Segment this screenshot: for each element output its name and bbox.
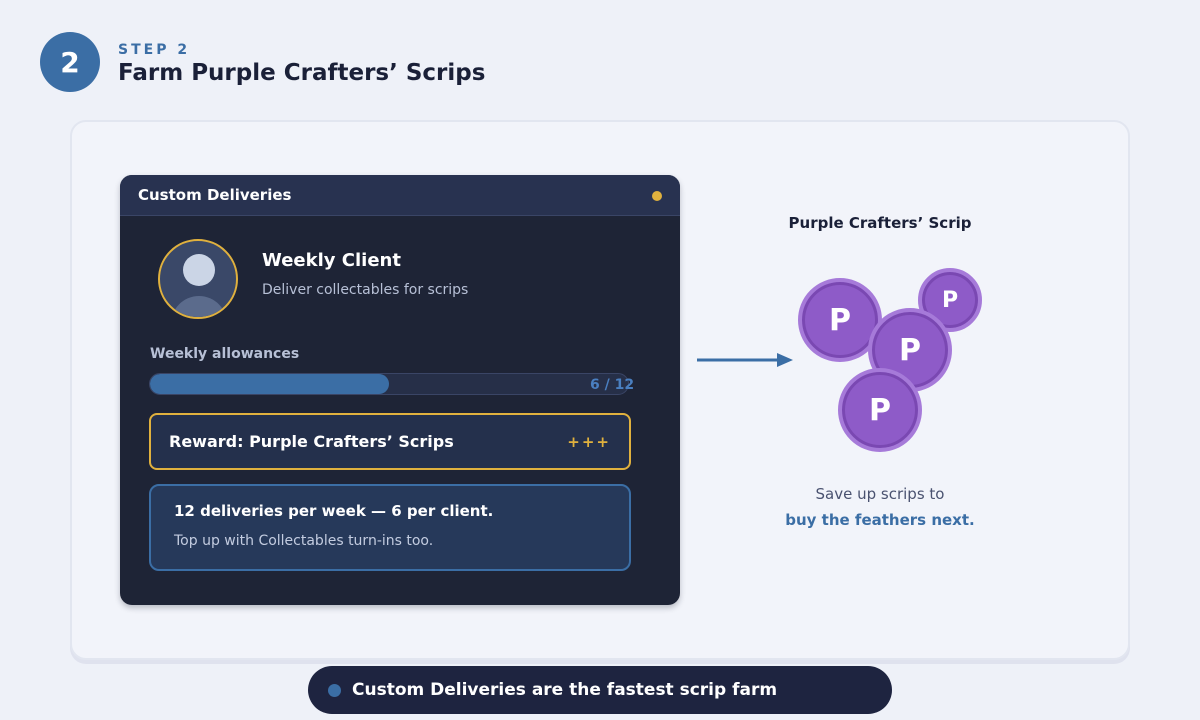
step-number-badge: 2 — [40, 32, 100, 92]
panel-header: Custom Deliveries — [120, 175, 680, 216]
currency-note: Save up scrips to — [815, 485, 945, 503]
custom-deliveries-panel: Custom Deliveries Weekly Client Deliver … — [120, 175, 680, 605]
status-dot-icon — [652, 191, 662, 201]
arrow-right-icon — [697, 353, 793, 367]
coin-letter: P — [829, 302, 851, 338]
reward-plus-marks: +++ — [567, 433, 611, 451]
info-title: 12 deliveries per week — 6 per client. — [174, 502, 494, 520]
client-name: Weekly Client — [262, 250, 401, 271]
coin-letter: P — [899, 332, 921, 368]
currency-title: Purple Crafters’ Scrip — [788, 214, 972, 232]
avatar-head — [183, 254, 215, 286]
step-number: 2 — [60, 45, 80, 79]
info-box: 12 deliveries per week — 6 per client. T… — [149, 484, 631, 571]
coin-letter: P — [869, 392, 891, 428]
info-subtitle: Top up with Collectables turn-ins too. — [174, 533, 434, 549]
allowance-progress-fill — [150, 374, 389, 394]
coin-letter: P — [941, 287, 959, 313]
currency-cta: buy the feathers next. — [785, 511, 975, 529]
allowance-label: Weekly allowances — [150, 346, 300, 362]
reward-text: Reward: Purple Crafters’ Scrips — [169, 432, 454, 451]
page-title: Farm Purple Crafters’ Scrips — [118, 60, 486, 86]
footer-dot-icon — [328, 684, 341, 697]
scrip-coin-icon: P — [838, 368, 922, 452]
footer-callout: Custom Deliveries are the fastest scrip … — [308, 666, 892, 714]
step-label: STEP 2 — [118, 42, 191, 58]
panel-title: Custom Deliveries — [138, 186, 292, 204]
client-avatar[interactable] — [158, 239, 238, 319]
avatar-body — [171, 296, 227, 317]
reward-box[interactable]: Reward: Purple Crafters’ Scrips +++ — [149, 413, 631, 470]
allowance-progress-bar — [149, 373, 629, 395]
client-description: Deliver collectables for scrips — [262, 282, 469, 298]
footer-text: Custom Deliveries are the fastest scrip … — [352, 680, 778, 700]
allowance-progress-text: 6 / 12 — [590, 377, 635, 393]
